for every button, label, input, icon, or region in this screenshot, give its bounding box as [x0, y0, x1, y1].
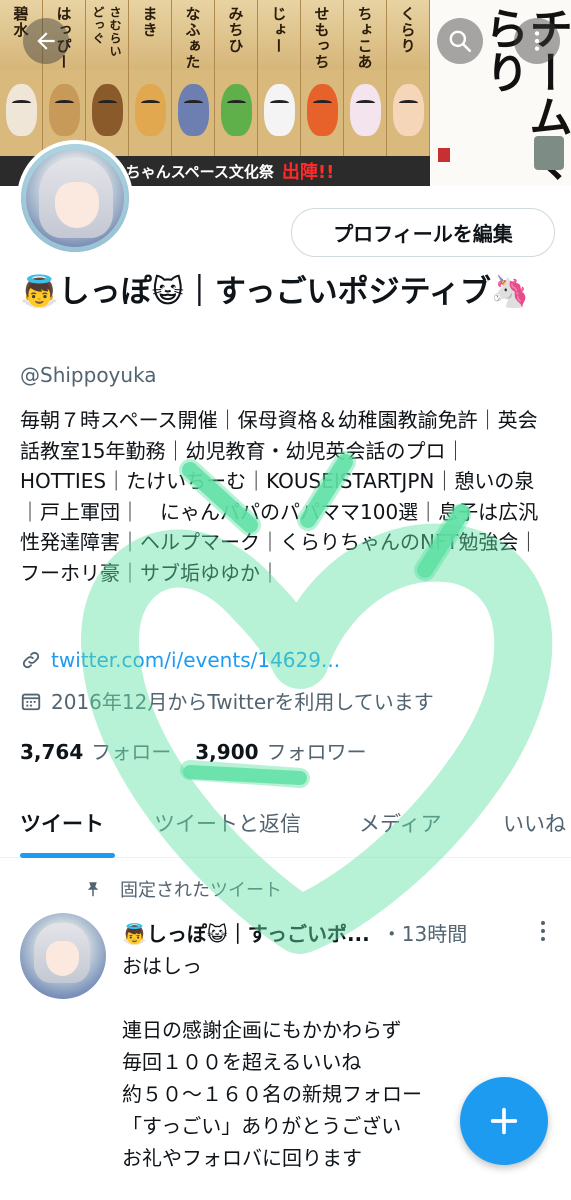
tweet-author-name[interactable]: 👼しっぽ😺｜すっごいポ... — [122, 918, 370, 947]
banner-character — [301, 70, 344, 156]
profile-link-row[interactable]: twitter.com/i/events/14629... — [20, 648, 340, 672]
banner-character-figure — [350, 84, 381, 136]
tweet-author-avatar[interactable] — [20, 913, 106, 999]
tab-media[interactable]: メディア — [359, 808, 442, 838]
follow-stats: 3,764 フォロー 3,900 フォロワー — [20, 736, 367, 765]
banner-character-figure — [393, 84, 424, 136]
tweet-more-button[interactable] — [534, 918, 552, 944]
banner-character-figure — [6, 84, 37, 136]
banner-name-label: くらり — [398, 6, 417, 54]
back-button[interactable] — [23, 18, 69, 64]
banner-character-face — [227, 100, 246, 106]
banner-name-label: さむらいどっぐ — [91, 6, 122, 58]
following-label[interactable]: フォロー — [91, 736, 171, 765]
banner-name: せもっち — [301, 0, 344, 70]
search-icon — [449, 30, 472, 53]
banner-character-figure — [49, 84, 80, 136]
followers-count[interactable]: 3,900 — [195, 740, 258, 764]
followers-label[interactable]: フォロワー — [267, 736, 367, 765]
profile-avatar[interactable] — [17, 140, 133, 256]
active-tab-indicator — [20, 853, 115, 858]
profile-tabs: ツイート ツイートと返信 メディア いいね — [0, 790, 571, 858]
pin-icon — [87, 882, 99, 897]
banner-caption-highlight: 出陣!! — [281, 162, 335, 183]
banner-name: ちょこあ — [344, 0, 387, 70]
tweet-timestamp[interactable]: ・13時間 — [382, 918, 467, 947]
banner-character-figure — [307, 84, 338, 136]
banner-character-figure — [178, 84, 209, 136]
banner-seal — [438, 148, 450, 162]
profile-bio: 毎朝７時スペース開催｜保母資格＆幼稚園教諭免許｜英会話教室15年勤務｜幼児教育・… — [20, 408, 539, 585]
plus-icon — [490, 1107, 518, 1135]
banner-name-label: ちょこあ — [355, 6, 374, 70]
banner-name: さむらいどっぐ — [86, 0, 129, 70]
banner-character-face — [141, 100, 160, 106]
joined-date-row: 2016年12月からTwitterを利用しています — [20, 686, 434, 715]
banner-character — [215, 70, 258, 156]
banner-name: まき — [129, 0, 172, 70]
pinned-label-row: 固定されたツイート — [84, 876, 282, 902]
banner-character-face — [184, 100, 203, 106]
banner-character-figure — [135, 84, 166, 136]
more-options-button[interactable] — [514, 18, 560, 64]
banner-name: くらり — [387, 0, 430, 70]
more-vertical-icon — [541, 921, 545, 941]
banner-character-face — [98, 100, 117, 106]
back-arrow-icon — [37, 32, 55, 50]
banner-character-figure — [221, 84, 252, 136]
joined-date: 2016年12月からTwitterを利用しています — [51, 690, 434, 714]
tweet-header: 👼しっぽ😺｜すっごいポ... ・13時間 — [122, 918, 522, 947]
banner-cup-image — [534, 136, 564, 170]
banner-name: じょー — [258, 0, 301, 70]
banner-character-face — [313, 100, 332, 106]
banner-character — [258, 70, 301, 156]
banner-name: みちひ — [215, 0, 258, 70]
banner-character-face — [270, 100, 289, 106]
tab-tweets[interactable]: ツイート — [20, 808, 104, 838]
compose-tweet-button[interactable] — [460, 1077, 548, 1165]
banner-character-face — [55, 100, 74, 106]
edit-profile-button[interactable]: プロフィールを編集 — [291, 208, 555, 257]
search-button[interactable] — [437, 18, 483, 64]
more-vertical-icon — [534, 31, 540, 51]
banner-name-label: みちひ — [226, 6, 245, 54]
banner-character-figure — [92, 84, 123, 136]
banner-name-label: まき — [140, 6, 159, 38]
banner-name: なふぁた — [172, 0, 215, 70]
heart-stroke — [180, 760, 310, 788]
user-handle: @Shippoyuka — [20, 363, 157, 387]
banner-character — [129, 70, 172, 156]
banner-character — [344, 70, 387, 156]
tab-tweets-and-replies[interactable]: ツイートと返信 — [154, 808, 301, 838]
calendar-icon — [21, 693, 41, 710]
banner-character-face — [399, 100, 418, 106]
tab-likes[interactable]: いいね — [503, 808, 566, 838]
profile-link[interactable]: twitter.com/i/events/14629... — [51, 648, 340, 672]
banner-character-figure — [264, 84, 295, 136]
banner-character — [387, 70, 430, 156]
banner-name-label: せもっち — [312, 6, 331, 70]
pinned-label: 固定されたツイート — [120, 880, 282, 901]
banner-name-label: なふぁた — [183, 6, 202, 70]
banner-character-face — [12, 100, 31, 106]
banner-character — [0, 70, 43, 156]
banner-character — [172, 70, 215, 156]
banner-character-face — [356, 100, 375, 106]
link-icon — [22, 651, 40, 669]
avatar-flower-ring — [21, 144, 129, 252]
display-name: 👼しっぽ😺｜すっごいポジティブ🦄 — [20, 274, 530, 310]
banner-name-label: じょー — [269, 6, 288, 54]
following-count[interactable]: 3,764 — [20, 740, 83, 764]
